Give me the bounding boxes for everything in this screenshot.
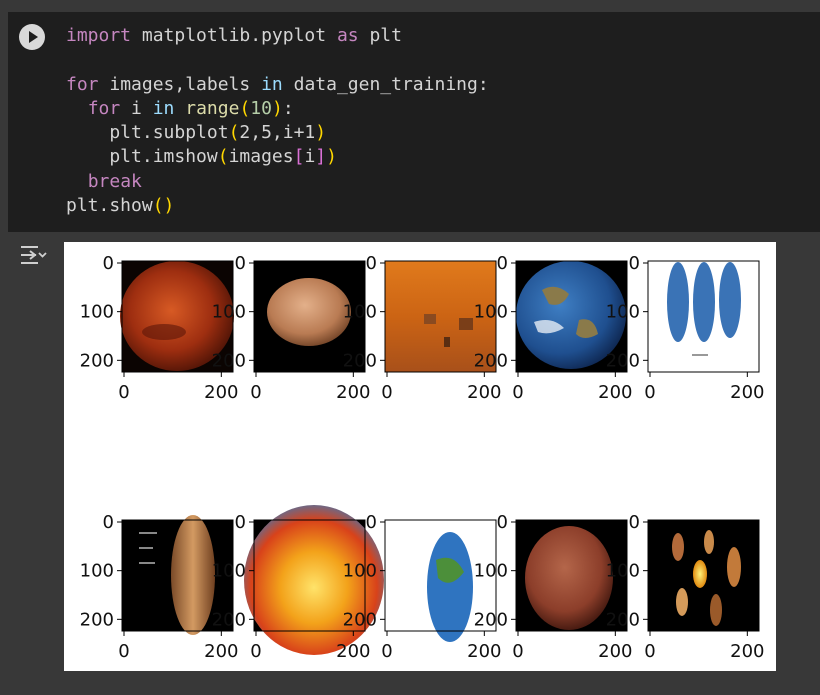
cell-output: 0 100 200 0 200 0 100 200 0 200 0 100 200 0 200 0 100 200…: [64, 242, 776, 671]
code-line-6: plt.imshow(images[i]): [66, 146, 337, 168]
y-tick-label: 0: [103, 253, 114, 274]
y-tick-label: 0: [497, 253, 508, 274]
y-tick-label: 100: [80, 561, 114, 582]
subplot-figure: 01002000 20001002000 20001002000 2000100200…: [80, 253, 765, 662]
y-tick-label: 100: [343, 302, 377, 323]
code-line-4: for i in range(10):: [87, 97, 294, 119]
play-icon: [29, 31, 38, 43]
y-tick-label: 200: [474, 350, 508, 371]
x-tick-label: 200: [730, 382, 764, 403]
code-line-8: plt.show(): [66, 195, 175, 217]
y-tick-label: 200: [606, 609, 640, 630]
y-tick-label: 0: [629, 512, 640, 533]
y-tick-label: 100: [606, 302, 640, 323]
x-tick-label: 200: [730, 641, 764, 662]
x-tick-label: 0: [512, 641, 523, 662]
subplot-image-10: [648, 520, 759, 631]
y-tick-label: 0: [629, 253, 640, 274]
y-tick-label: 200: [80, 350, 114, 371]
output-toggle-button[interactable]: [18, 242, 48, 268]
x-tick-label: 0: [644, 382, 655, 403]
x-tick-label: 200: [467, 641, 501, 662]
x-tick-label: 0: [512, 382, 523, 403]
y-tick-label: 100: [343, 561, 377, 582]
y-tick-label: 200: [474, 609, 508, 630]
subplot-image-5: [648, 261, 759, 372]
x-tick-label: 200: [336, 382, 370, 403]
x-tick-label: 200: [336, 641, 370, 662]
run-cell-button[interactable]: [19, 24, 45, 50]
y-tick-label: 0: [366, 253, 377, 274]
y-tick-label: 100: [212, 302, 246, 323]
x-tick-label: 200: [467, 382, 501, 403]
y-tick-label: 100: [212, 561, 246, 582]
y-tick-label: 0: [497, 512, 508, 533]
y-tick-label: 200: [343, 609, 377, 630]
x-tick-label: 200: [598, 382, 632, 403]
y-tick-label: 100: [606, 561, 640, 582]
code-line-5: plt.subplot(2,5,i+1): [66, 122, 327, 144]
y-tick-label: 0: [235, 253, 246, 274]
x-tick-label: 0: [250, 641, 261, 662]
x-tick-label: 0: [381, 382, 392, 403]
y-tick-label: 200: [80, 609, 114, 630]
y-tick-label: 100: [474, 302, 508, 323]
x-tick-label: 200: [204, 382, 238, 403]
x-tick-label: 200: [598, 641, 632, 662]
y-tick-label: 200: [212, 350, 246, 371]
x-tick-label: 0: [250, 382, 261, 403]
y-tick-label: 0: [103, 512, 114, 533]
y-tick-label: 200: [606, 350, 640, 371]
code-line-1: import matplotlib.pyplot as plt: [66, 25, 402, 46]
y-tick-label: 0: [366, 512, 377, 533]
x-tick-label: 0: [644, 641, 655, 662]
y-tick-label: 200: [212, 609, 246, 630]
code-editor[interactable]: import matplotlib.pyplot as plt for imag…: [66, 24, 489, 218]
y-tick-label: 100: [474, 561, 508, 582]
code-line-3: for images,labels in data_gen_training:: [66, 73, 489, 95]
x-tick-label: 0: [118, 641, 129, 662]
output-expand-icon: [21, 246, 47, 264]
x-tick-label: 200: [204, 641, 238, 662]
x-tick-label: 0: [118, 382, 129, 403]
y-tick-label: 100: [80, 302, 114, 323]
y-tick-label: 200: [343, 350, 377, 371]
x-tick-label: 0: [381, 641, 392, 662]
code-line-7: break: [87, 170, 142, 192]
y-tick-label: 0: [235, 512, 246, 533]
